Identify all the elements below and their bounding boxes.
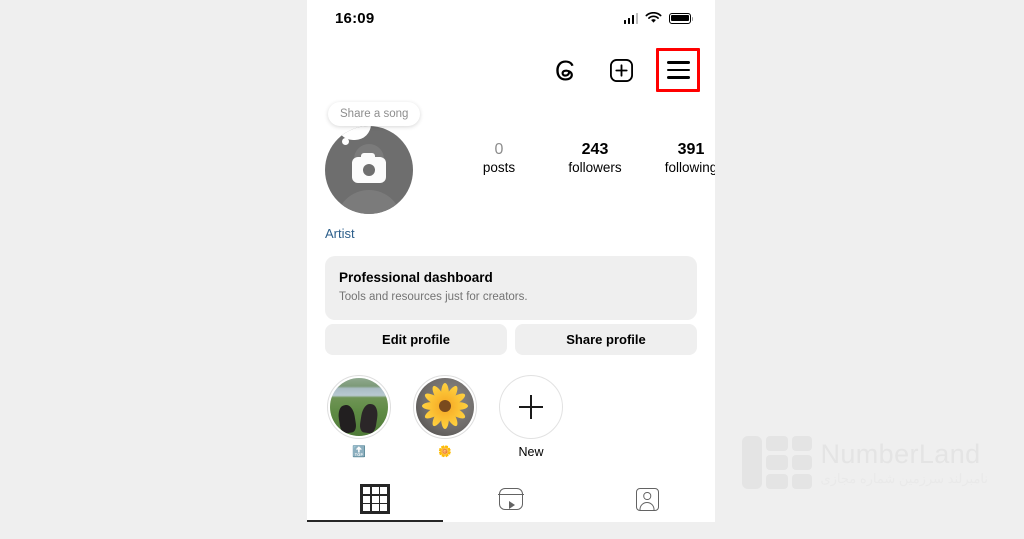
profile-tab-bar: [307, 476, 715, 523]
watermark-tagline: نامبرلند سرزمین شماره مجازی: [820, 470, 988, 486]
profile-category[interactable]: Artist: [325, 226, 355, 241]
dashboard-title: Professional dashboard: [339, 270, 493, 285]
avatar-notch: [337, 126, 371, 140]
status-bar: 16:09: [307, 0, 715, 36]
new-highlight-label: New: [518, 445, 544, 459]
menu-button[interactable]: [656, 48, 700, 92]
new-highlight-ring: [499, 375, 563, 439]
flower-center: [439, 399, 451, 412]
highlight-ring: [413, 375, 477, 439]
edit-profile-button[interactable]: Edit profile: [325, 324, 507, 355]
share-song-tooltip[interactable]: Share a song: [328, 102, 421, 126]
status-time: 16:09: [335, 9, 375, 27]
hamburger-icon: [666, 61, 690, 79]
professional-dashboard-card[interactable]: Professional dashboard Tools and resourc…: [325, 256, 697, 320]
stat-posts-label: posts: [482, 160, 516, 175]
threads-icon[interactable]: [544, 49, 586, 91]
phone-screen: 16:09 Share a song 0 posts 243 followers…: [307, 0, 715, 523]
cellular-signal-icon: [623, 12, 638, 24]
plus-icon: [519, 395, 543, 419]
top-action-bar: [544, 48, 700, 92]
stat-following-label: following: [664, 160, 715, 175]
wifi-icon: [645, 12, 662, 23]
profile-stats: 0 posts 243 followers 391 following: [451, 140, 715, 177]
watermark-name: NumberLand: [820, 438, 981, 469]
stat-followers-value: 243: [581, 141, 609, 158]
watermark: NumberLand نامبرلند سرزمین شماره مجازی: [742, 436, 988, 489]
dashboard-subtitle: Tools and resources just for creators.: [339, 291, 528, 303]
stat-followers-label: followers: [568, 160, 622, 175]
story-highlights: 🔝 🌼 New: [325, 375, 565, 459]
new-post-icon[interactable]: [600, 49, 642, 91]
battery-icon: [669, 12, 694, 24]
highlight-label: 🌼: [438, 446, 452, 458]
profile-action-buttons: Edit profile Share profile: [325, 324, 697, 355]
tab-grid[interactable]: [307, 476, 443, 522]
highlight-label: 🔝: [352, 446, 366, 458]
stat-posts-value: 0: [494, 141, 504, 158]
reels-icon: [498, 488, 524, 510]
avatar-dot: [342, 138, 349, 145]
profile-header: Share a song 0 posts 243 followers 391 f…: [307, 102, 715, 214]
grid-icon: [360, 484, 390, 514]
status-icons: [623, 12, 694, 24]
avatar[interactable]: [325, 126, 413, 214]
feet-on-grass-photo: [330, 378, 388, 436]
stat-followers[interactable]: 243 followers: [547, 140, 643, 177]
watermark-text: NumberLand نامبرلند سرزمین شماره مجازی: [820, 438, 988, 486]
stat-posts[interactable]: 0 posts: [451, 140, 547, 177]
tab-tagged[interactable]: [579, 476, 715, 522]
highlight-item-new[interactable]: New: [497, 375, 565, 459]
highlight-item-top[interactable]: 🔝: [325, 375, 393, 459]
yellow-flower-photo: [416, 378, 474, 436]
numberland-logo-icon: [742, 436, 813, 489]
stat-following[interactable]: 391 following: [643, 140, 715, 177]
stat-following-value: 391: [677, 141, 705, 158]
highlight-item-flower[interactable]: 🌼: [411, 375, 479, 459]
camera-icon: [352, 153, 386, 183]
share-profile-button[interactable]: Share profile: [515, 324, 697, 355]
tagged-icon: [635, 487, 659, 511]
tab-reels[interactable]: [443, 476, 579, 522]
avatar-body-shape: [336, 190, 402, 214]
avatar-area: Share a song: [325, 102, 421, 214]
highlight-ring: [327, 375, 391, 439]
